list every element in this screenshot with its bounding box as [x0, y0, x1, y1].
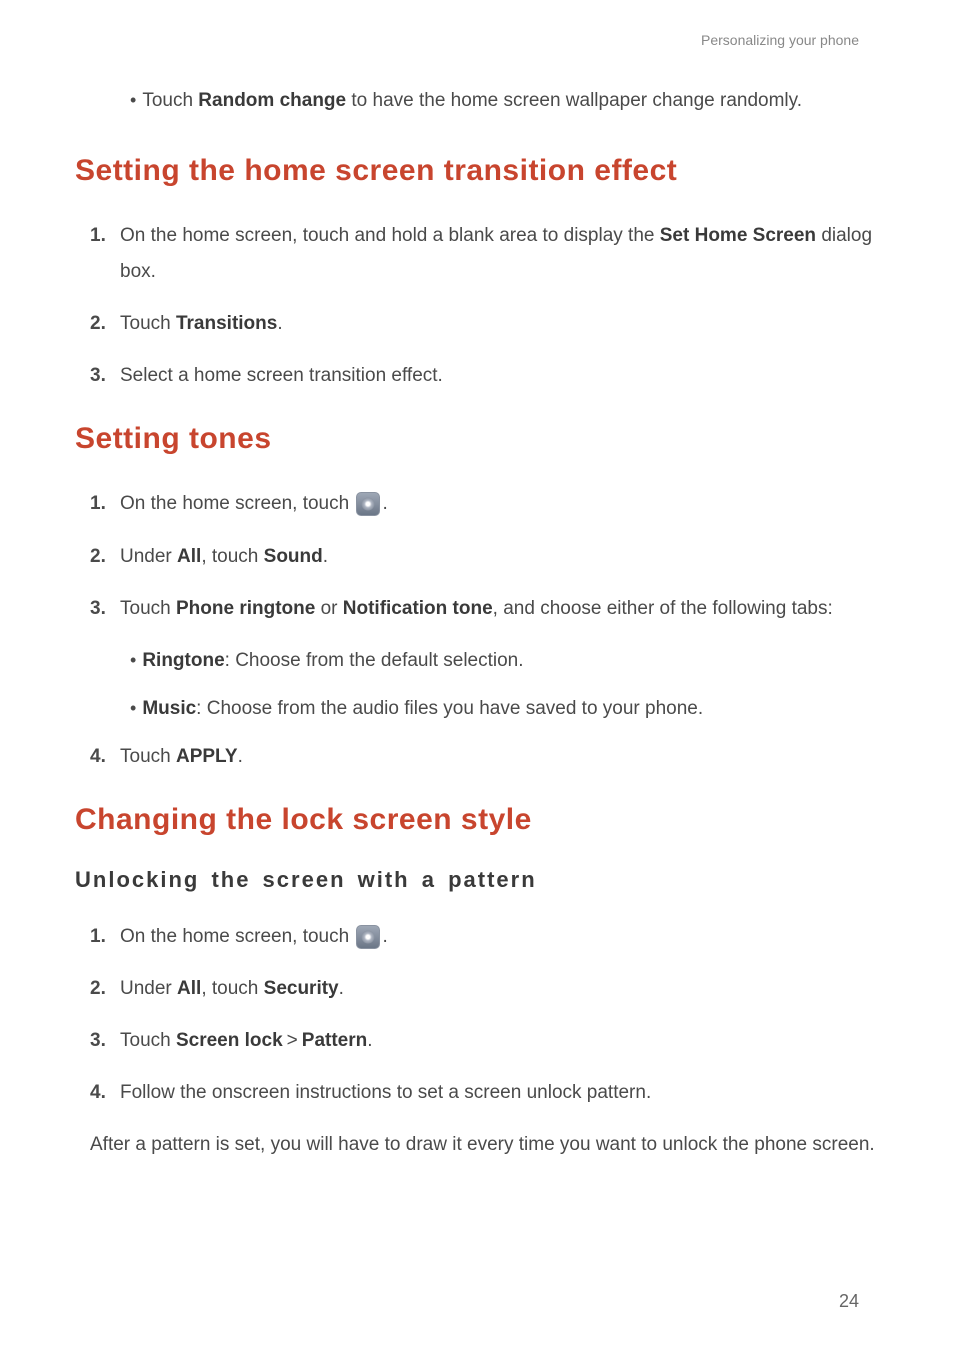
text-span: to have the home screen wallpaper change… [346, 90, 802, 111]
text-span: . [382, 926, 387, 947]
step-text: Touch APPLY. [120, 739, 879, 775]
bold-span: Music [142, 698, 196, 719]
text-span: or [315, 598, 342, 619]
step-item: 4. Follow the onscreen instructions to s… [90, 1075, 879, 1111]
step-number: 4. [90, 739, 112, 775]
step-number: 3. [90, 358, 112, 394]
bold-span: All [177, 978, 201, 999]
text-span: . [238, 746, 243, 767]
step-text: On the home screen, touch and hold a bla… [120, 218, 879, 290]
bullet-dot-icon: • [130, 691, 136, 725]
settings-icon [356, 925, 380, 949]
text-span: . [339, 978, 344, 999]
bold-span: Phone ringtone [176, 598, 315, 619]
text-span: . [323, 546, 328, 567]
step-number: 3. [90, 591, 112, 627]
step-number: 3. [90, 1023, 112, 1059]
text-span: Touch [120, 313, 176, 334]
settings-icon [356, 492, 380, 516]
bold-span: APPLY [176, 746, 238, 767]
text-span: . [367, 1030, 372, 1051]
bold-span: Pattern [302, 1030, 367, 1051]
text-span: , touch [201, 546, 263, 567]
step-item: 1. On the home screen, touch and hold a … [90, 218, 879, 290]
step-text: Touch Screen lock>Pattern. [120, 1023, 879, 1059]
text-span: Touch [120, 746, 176, 767]
text-span: Under [120, 978, 177, 999]
step-number: 2. [90, 971, 112, 1007]
step-text: Under All, touch Security. [120, 971, 879, 1007]
text-span: Under [120, 546, 177, 567]
step-number: 1. [90, 919, 112, 955]
step-item: 1. On the home screen, touch . [90, 919, 879, 955]
section-heading-lock-screen: Changing the lock screen style [75, 803, 879, 837]
step-number: 1. [90, 486, 112, 522]
step-item: 3. Touch Phone ringtone or Notification … [90, 591, 879, 627]
step-number: 4. [90, 1075, 112, 1111]
text-span: On the home screen, touch [120, 493, 354, 514]
bold-span: Security [264, 978, 339, 999]
bullet-dot-icon: • [130, 643, 136, 677]
text-span: , and choose either of the following tab… [493, 598, 833, 619]
bold-span: Sound [264, 546, 323, 567]
bullet-text: Ringtone: Choose from the default select… [142, 643, 523, 679]
section-heading-tones: Setting tones [75, 422, 879, 456]
bullet-text: Music: Choose from the audio files you h… [142, 691, 703, 727]
step-item: 4. Touch APPLY. [90, 739, 879, 775]
step-number: 1. [90, 218, 112, 254]
text-span: , touch [201, 978, 263, 999]
step-item: 2. Under All, touch Security. [90, 971, 879, 1007]
step-item: 1. On the home screen, touch . [90, 486, 879, 522]
step-text: On the home screen, touch . [120, 486, 879, 522]
bold-span: Set Home Screen [660, 225, 816, 246]
gt-separator: > [287, 1030, 298, 1051]
step-item: 3. Touch Screen lock>Pattern. [90, 1023, 879, 1059]
text-span: Touch [142, 90, 198, 111]
step-number: 2. [90, 306, 112, 342]
text-span: On the home screen, touch [120, 926, 354, 947]
sub-heading-pattern: Unlocking the screen with a pattern [75, 867, 879, 893]
text-span: : Choose from the audio files you have s… [196, 698, 703, 719]
step-text: Under All, touch Sound. [120, 539, 879, 575]
closing-paragraph: After a pattern is set, you will have to… [90, 1127, 879, 1163]
step-text: Select a home screen transition effect. [120, 358, 879, 394]
bold-span: Random change [198, 90, 346, 111]
bold-span: Screen lock [176, 1030, 283, 1051]
step-number: 2. [90, 539, 112, 575]
step-item: 3. Select a home screen transition effec… [90, 358, 879, 394]
page-header: Personalizing your phone [75, 32, 879, 48]
section-heading-transition: Setting the home screen transition effec… [75, 154, 879, 188]
sub-bullet-item: • Ringtone: Choose from the default sele… [130, 643, 879, 679]
text-span: : Choose from the default selection. [225, 650, 524, 671]
step-text: Follow the onscreen instructions to set … [120, 1075, 879, 1111]
bold-span: All [177, 546, 201, 567]
intro-bullet-text: Touch Random change to have the home scr… [142, 83, 879, 119]
bold-span: Ringtone [142, 650, 224, 671]
page-number: 24 [839, 1291, 859, 1312]
step-text: On the home screen, touch . [120, 919, 879, 955]
bold-span: Notification tone [343, 598, 493, 619]
text-span: . [382, 493, 387, 514]
intro-bullet: • Touch Random change to have the home s… [130, 83, 879, 119]
text-span: On the home screen, touch and hold a bla… [120, 225, 660, 246]
text-span: . [277, 313, 282, 334]
bullet-dot-icon: • [130, 83, 136, 117]
step-text: Touch Phone ringtone or Notification ton… [120, 591, 879, 627]
text-span: Touch [120, 1030, 176, 1051]
step-item: 2. Under All, touch Sound. [90, 539, 879, 575]
bold-span: Transitions [176, 313, 277, 334]
sub-bullet-item: • Music: Choose from the audio files you… [130, 691, 879, 727]
step-text: Touch Transitions. [120, 306, 879, 342]
text-span: Touch [120, 598, 176, 619]
step-item: 2. Touch Transitions. [90, 306, 879, 342]
